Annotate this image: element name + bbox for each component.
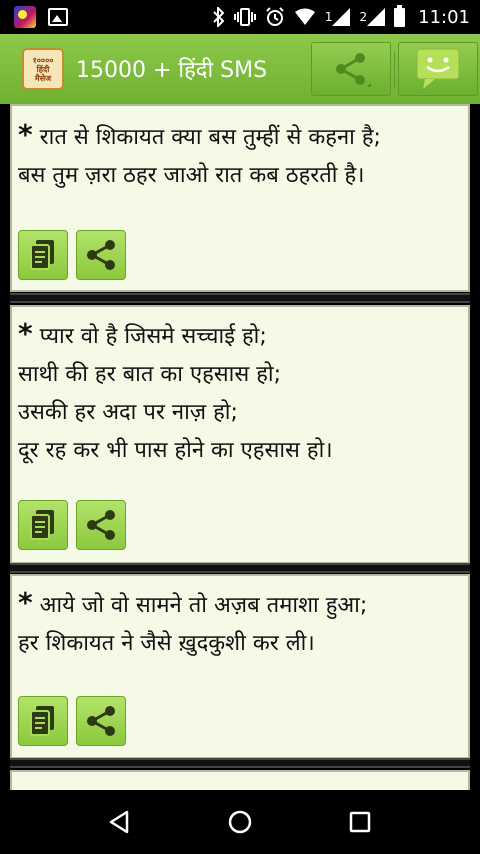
wifi-icon xyxy=(294,6,316,28)
card-separator xyxy=(10,563,470,573)
share-icon xyxy=(87,510,115,540)
app-logo: १०००० हिंदी मैसेज xyxy=(22,48,64,90)
share-icon xyxy=(87,706,115,736)
app-bar: १०००० हिंदी मैसेज 15000 + हिंदी SMS xyxy=(0,34,480,104)
copy-icon xyxy=(30,706,54,736)
battery-icon xyxy=(394,4,406,27)
app-bar-divider xyxy=(394,52,395,88)
copy-button[interactable] xyxy=(18,500,68,550)
copy-icon xyxy=(30,240,54,270)
sms-text: * प्यार वो है जिसमे सच्चाई हो; साथी की ह… xyxy=(18,317,333,463)
sms-text: * आये जो वो सामने तो अज़ब तमाशा हुआ; हर … xyxy=(18,586,368,656)
copy-button[interactable] xyxy=(18,230,68,280)
back-button[interactable] xyxy=(100,802,140,842)
sms-text: * रात से शिकायत क्या बस तुम्हीं से कहना … xyxy=(18,118,381,188)
image-notification-icon xyxy=(48,8,68,26)
bluetooth-icon xyxy=(213,6,225,28)
sms-app-button[interactable] xyxy=(398,42,478,96)
vibrate-icon xyxy=(233,6,256,28)
copy-icon xyxy=(30,510,54,540)
sms-card-partial xyxy=(10,770,470,790)
navigation-bar xyxy=(0,790,480,854)
clock: 11:01 xyxy=(418,6,470,28)
status-bar: 1 2 11:01 xyxy=(0,0,480,34)
app-title: 15000 + हिंदी SMS xyxy=(76,58,268,83)
back-icon xyxy=(109,810,129,834)
sms-card: * आये जो वो सामने तो अज़ब तमाशा हुआ; हर … xyxy=(10,574,470,759)
share-icon xyxy=(87,240,115,270)
signal-icon: 2 xyxy=(359,6,386,28)
share-button[interactable] xyxy=(76,230,126,280)
sms-card: * प्यार वो है जिसमे सच्चाई हो; साथी की ह… xyxy=(10,305,470,564)
card-separator xyxy=(10,758,470,768)
share-icon xyxy=(336,53,371,87)
recents-button[interactable] xyxy=(340,802,380,842)
alarm-icon xyxy=(265,6,285,28)
card-separator xyxy=(10,293,470,303)
smiley-chat-icon xyxy=(416,48,460,89)
sms-list[interactable]: * रात से शिकायत क्या बस तुम्हीं से कहना … xyxy=(0,104,480,790)
home-icon xyxy=(228,810,252,834)
signal-icon: 1 xyxy=(325,6,351,28)
share-button[interactable] xyxy=(76,500,126,550)
copy-button[interactable] xyxy=(18,696,68,746)
share-button[interactable] xyxy=(76,696,126,746)
sms-card: * रात से शिकायत क्या बस तुम्हीं से कहना … xyxy=(10,104,470,292)
recents-icon xyxy=(349,811,371,833)
home-button[interactable] xyxy=(220,802,260,842)
share-app-button[interactable] xyxy=(311,42,391,96)
app-notification-icon xyxy=(14,6,36,28)
